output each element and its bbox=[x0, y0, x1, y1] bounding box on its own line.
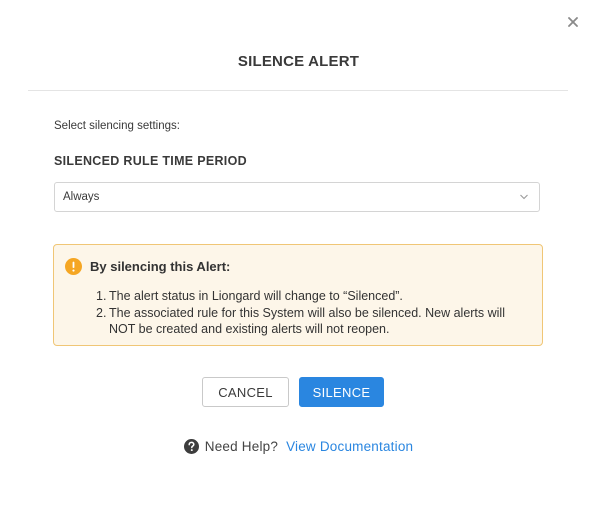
notice-item-text: The alert status in Liongard will change… bbox=[109, 289, 403, 303]
close-button[interactable] bbox=[563, 12, 583, 32]
time-period-label: SILENCED RULE TIME PERIOD bbox=[54, 154, 247, 168]
time-period-selected-value: Always bbox=[63, 191, 100, 203]
title-divider bbox=[28, 90, 568, 91]
notice-item: 1. The alert status in Liongard will cha… bbox=[96, 288, 526, 305]
notice-heading: By silencing this Alert: bbox=[90, 259, 231, 274]
close-icon bbox=[568, 17, 578, 27]
notice-list: 1. The alert status in Liongard will cha… bbox=[96, 288, 526, 338]
cancel-button[interactable]: CANCEL bbox=[202, 377, 289, 407]
silence-warning-notice: By silencing this Alert: 1. The alert st… bbox=[53, 244, 543, 346]
silence-alert-dialog: SILENCE ALERT Select silencing settings:… bbox=[0, 0, 597, 505]
exclamation-circle-icon bbox=[65, 258, 82, 275]
notice-item: 2. The associated rule for this System w… bbox=[96, 305, 526, 338]
notice-item-number: 1. bbox=[96, 289, 107, 303]
need-help-text: Need Help? bbox=[204, 439, 279, 454]
time-period-select[interactable]: Always bbox=[54, 182, 540, 212]
settings-intro: Select silencing settings: bbox=[54, 120, 180, 132]
view-documentation-link[interactable]: View Documentation bbox=[286, 439, 413, 454]
notice-item-number: 2. bbox=[96, 305, 107, 320]
silence-button[interactable]: SILENCE bbox=[299, 377, 384, 407]
chevron-down-icon bbox=[520, 194, 528, 200]
notice-item-text: The associated rule for this System will… bbox=[109, 305, 505, 337]
help-row: Need Help? View Documentation bbox=[0, 439, 597, 454]
question-circle-icon bbox=[183, 439, 199, 454]
dialog-title: SILENCE ALERT bbox=[237, 53, 360, 70]
